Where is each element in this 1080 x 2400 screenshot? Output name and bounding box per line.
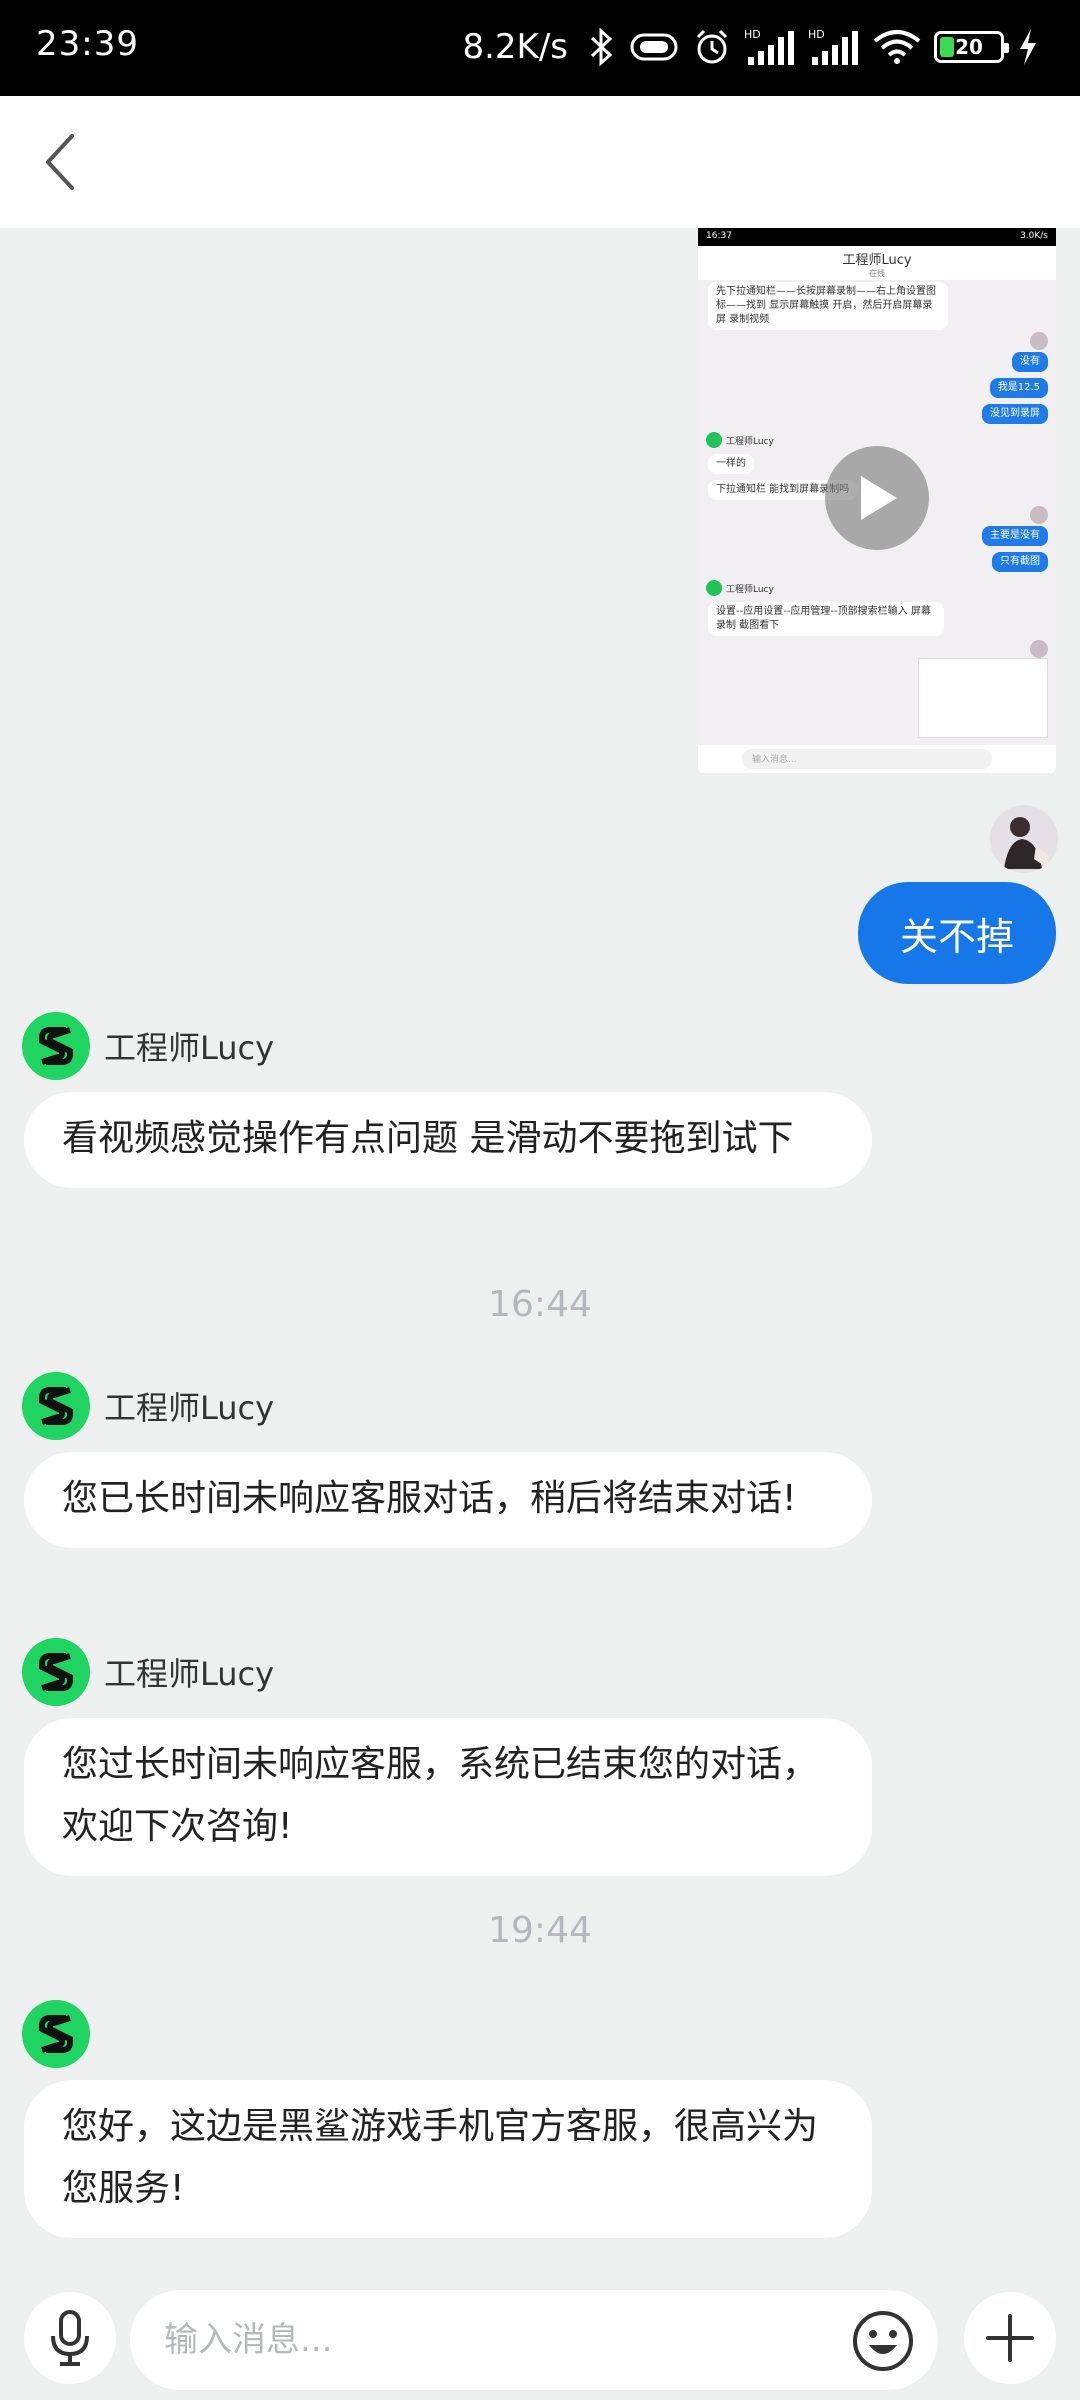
black-shark-logo-icon xyxy=(39,1653,73,1691)
video-chat-subtitle: 在线 xyxy=(869,269,885,278)
agent-header: 工程师Lucy xyxy=(22,1638,274,1706)
video-msg-intro: 先下拉通知栏——长按屏幕录制——右上角设置图标——找到 显示屏幕触摸 开启，然后… xyxy=(708,282,948,330)
back-icon xyxy=(46,134,74,190)
agent-message-bubble[interactable]: 看视频感觉操作有点问题 是滑动不要拖到试下 xyxy=(24,1092,872,1188)
message-input[interactable] xyxy=(130,2290,938,2390)
mic-icon xyxy=(51,2310,89,2366)
network-speed: 8.2K/s xyxy=(462,27,568,67)
svg-text:HD: HD xyxy=(808,28,825,41)
video-agent-label: 工程师Lucy xyxy=(706,580,774,596)
agent-name: 工程师Lucy xyxy=(104,1389,275,1427)
video-reply: 没有 xyxy=(1012,352,1048,372)
agent-avatar[interactable] xyxy=(22,1638,90,1706)
video-input-bar: 输入消息... xyxy=(698,745,1056,773)
status-bar: 23:39 8.2K/s HD HD 20 xyxy=(0,0,1080,96)
status-time: 23:39 xyxy=(36,24,139,64)
plus-icon xyxy=(986,2314,1034,2362)
status-icons: 8.2K/s HD HD 20 xyxy=(462,22,1040,72)
agent-header: 工程师Lucy xyxy=(22,1012,274,1080)
signal-icon-2: HD xyxy=(808,28,858,65)
video-agent-msg: 设置--应用设置--应用管理--顶部搜索栏输入 屏幕录制 截图看下 xyxy=(708,602,944,636)
video-screenshot-card xyxy=(918,658,1048,738)
video-message[interactable]: 16:37 3.0K/s 工程师Lucy 在线 先下拉通知栏——长按屏幕录制——… xyxy=(698,228,1056,773)
video-status-time: 16:37 xyxy=(706,231,732,241)
agent-header: 工程师Lucy xyxy=(22,1372,274,1440)
svg-text:HD: HD xyxy=(744,28,761,41)
message-timestamp: 16:44 xyxy=(488,1284,592,1325)
emoji-button[interactable] xyxy=(848,2306,918,2376)
black-shark-logo-icon xyxy=(39,1027,73,1065)
add-attachment-button[interactable] xyxy=(964,2292,1056,2384)
black-shark-logo-icon xyxy=(39,1387,73,1425)
agent-message-bubble[interactable]: 您已长时间未响应客服对话，稍后将结束对话! xyxy=(24,1452,872,1548)
video-reply: 我是12.5 xyxy=(989,378,1048,398)
bluetooth-icon xyxy=(590,27,613,67)
message-timestamp: 19:44 xyxy=(488,1910,592,1951)
play-button[interactable] xyxy=(825,446,929,550)
agent-name: 工程师Lucy xyxy=(104,1029,275,1067)
video-agent-msg: 一样的 xyxy=(708,454,754,474)
video-reply: 主要是没有 xyxy=(982,526,1048,546)
video-reply: 只有截图 xyxy=(992,552,1048,572)
user-avatar[interactable] xyxy=(990,805,1058,873)
chat-messages[interactable]: 16:37 3.0K/s 工程师Lucy 在线 先下拉通知栏——长按屏幕录制——… xyxy=(0,228,1080,2280)
video-status-speed: 3.0K/s xyxy=(1020,231,1048,241)
emoji-icon xyxy=(853,2311,913,2371)
video-input-box: 输入消息... xyxy=(742,749,992,769)
agent-message-bubble[interactable]: 您过长时间未响应客服，系统已结束您的对话，欢迎下次咨询! xyxy=(24,1718,872,1876)
play-icon xyxy=(861,476,897,520)
input-bar xyxy=(0,2280,1080,2400)
agent-avatar[interactable] xyxy=(22,1012,90,1080)
video-status-bar: 16:37 3.0K/s xyxy=(698,228,1056,246)
vibrate-icon xyxy=(630,33,678,61)
agent-name: 工程师Lucy xyxy=(104,1655,275,1693)
video-chat-title: 工程师Lucy xyxy=(842,253,912,268)
signal-icon: HD xyxy=(744,28,794,65)
chat-header xyxy=(0,96,1080,228)
back-button[interactable] xyxy=(30,132,90,192)
agent-avatar[interactable] xyxy=(22,2000,90,2068)
video-reply: 没见到录屏 xyxy=(982,404,1048,424)
wifi-icon xyxy=(873,30,921,64)
video-chat-header: 工程师Lucy 在线 xyxy=(698,246,1056,280)
video-user-avatar xyxy=(1030,640,1048,658)
alarm-icon xyxy=(696,29,728,64)
video-user-avatar xyxy=(1030,506,1048,524)
charging-icon xyxy=(1020,29,1036,65)
agent-message-bubble[interactable]: 您好，这边是黑鲨游戏手机官方客服，很高兴为您服务! xyxy=(24,2080,872,2238)
voice-button[interactable] xyxy=(24,2292,116,2384)
battery-icon: 20 xyxy=(934,31,1009,63)
user-message-bubble[interactable]: 关不掉 xyxy=(858,882,1056,984)
battery-level: 20 xyxy=(955,35,983,59)
agent-header xyxy=(22,2000,90,2068)
video-user-avatar xyxy=(1030,332,1048,350)
video-agent-label: 工程师Lucy xyxy=(706,432,774,448)
black-shark-logo-icon xyxy=(39,2015,73,2053)
agent-avatar[interactable] xyxy=(22,1372,90,1440)
